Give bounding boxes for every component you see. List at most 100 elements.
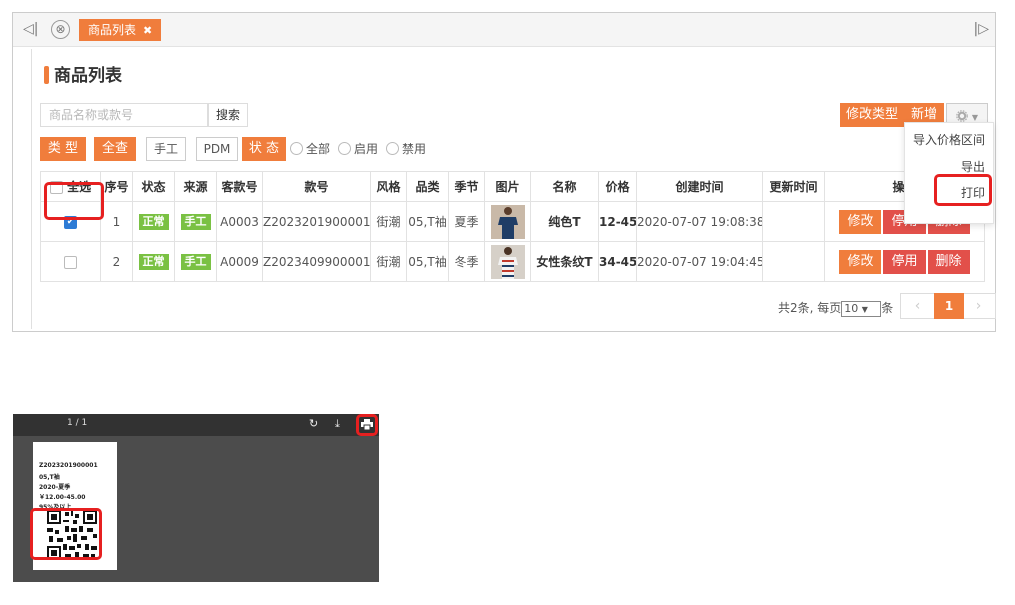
col-name: 名称 (530, 171, 599, 202)
chevron-down-icon: ▼ (861, 304, 868, 314)
label-line: Z2023201900001 (39, 462, 98, 469)
page-size-select[interactable]: 10 ▼ (841, 300, 882, 317)
cell-image (484, 201, 531, 242)
scroll-left-icon[interactable]: ◁| (23, 21, 38, 37)
col-style: 风格 (370, 171, 407, 202)
menu-item-import-price-range[interactable]: 导入价格区间 (913, 131, 985, 148)
cell-index: 2 (100, 241, 133, 282)
gear-icon (956, 110, 968, 122)
status-badge: 正常 (138, 213, 169, 230)
cell-actions: 修改停用删除 (824, 241, 985, 282)
type-button[interactable]: 类 型 (40, 137, 86, 161)
cell-index: 1 (100, 201, 133, 242)
col-updated: 更新时间 (762, 171, 825, 202)
radio-circle (386, 142, 399, 155)
all-query-button[interactable]: 全查 (94, 137, 136, 161)
col-client-no: 客款号 (216, 171, 263, 202)
cell-price: 12-45 (598, 201, 637, 242)
caret-down-icon: ▼ (971, 113, 978, 122)
source-badge: 手工 (180, 213, 211, 230)
tab-label: 商品列表 (88, 23, 137, 37)
cell-season: 冬季 (448, 241, 485, 282)
radio-label: 禁用 (402, 142, 427, 156)
page-title: 商品列表 (44, 61, 122, 86)
cell-created: 2020-07-07 19:08:38 (636, 201, 763, 242)
highlight-checkbox (44, 182, 104, 220)
label-line: ￥12.00-45.00 (39, 494, 86, 501)
app-window: ◁| ⊗ 商品列表 ✖ |▷ 商品列表 搜索 类 型 全查 手工 PDM 状 态 … (12, 12, 996, 332)
pagination-suffix: 条 (881, 301, 894, 315)
edit-button[interactable]: 修改 (839, 249, 882, 274)
edit-button[interactable]: 修改 (839, 209, 882, 234)
cell-style-no: Z2023409900001 (262, 241, 371, 282)
table-row: ✔ 1 正常 手工 A0003 Z2023201900001 街潮 05,T袖 … (40, 201, 985, 242)
table-header-row: 全选 序号 状态 来源 客款号 款号 风格 品类 季节 图片 名称 价格 创建时… (40, 171, 985, 202)
radio-disabled[interactable]: 禁用 (386, 141, 426, 157)
radio-all[interactable]: 全部 (290, 141, 330, 157)
search-input[interactable] (40, 103, 208, 127)
menu-item-export[interactable]: 导出 (961, 158, 985, 175)
tab-product-list[interactable]: 商品列表 ✖ (79, 19, 162, 41)
title-accent-bar (44, 66, 49, 84)
disable-button[interactable]: 停用 (883, 249, 926, 274)
cell-source: 手工 (174, 201, 217, 242)
pagination: ‹ 1 › (900, 293, 996, 319)
radio-enabled[interactable]: 启用 (338, 141, 378, 157)
cell-style: 街潮 (370, 201, 407, 242)
page-size-value: 10 (844, 301, 859, 315)
main-content: 商品列表 搜索 类 型 全查 手工 PDM 状 态 全部 启用 禁用 修改类型 … (31, 49, 996, 329)
rotate-icon[interactable]: ↻ (309, 417, 318, 430)
highlight-print-menu (934, 174, 992, 206)
cell-price: 34-45 (598, 241, 637, 282)
cell-client-no: A0009 (216, 241, 263, 282)
search-button[interactable]: 搜索 (208, 103, 248, 127)
pdf-page-count: 1 / 1 (67, 418, 88, 428)
status-button[interactable]: 状 态 (242, 137, 286, 161)
col-source: 来源 (174, 171, 217, 202)
cell-source: 手工 (174, 241, 217, 282)
label-line: 2020-夏季 (39, 484, 71, 491)
product-thumbnail[interactable] (490, 244, 525, 279)
pagination-info: 共2条, 每页 10 ▼ 条 (778, 299, 893, 317)
radio-label: 全部 (306, 142, 331, 156)
highlight-qr-code (30, 508, 102, 560)
cell-created: 2020-07-07 19:04:45 (636, 241, 763, 282)
col-index: 序号 (100, 171, 133, 202)
source-badge: 手工 (180, 253, 211, 270)
radio-circle (338, 142, 351, 155)
label-line: 05,T袖 (39, 474, 60, 481)
cell-category: 05,T袖 (406, 241, 449, 282)
next-page-button[interactable]: › (962, 294, 995, 318)
col-style-no: 款号 (262, 171, 371, 202)
col-season: 季节 (448, 171, 485, 202)
cell-updated (762, 201, 825, 242)
scroll-right-icon[interactable]: |▷ (974, 21, 989, 37)
manual-filter-button[interactable]: 手工 (146, 137, 186, 161)
current-page-button[interactable]: 1 (934, 293, 964, 319)
settings-dropdown-menu: 导入价格区间 导出 打印 (904, 122, 994, 224)
cell-client-no: A0003 (216, 201, 263, 242)
cell-style: 街潮 (370, 241, 407, 282)
pdm-filter-button[interactable]: PDM (196, 137, 238, 161)
radio-circle (290, 142, 303, 155)
modify-type-button[interactable]: 修改类型 (840, 103, 904, 127)
delete-button[interactable]: 删除 (927, 249, 970, 274)
cell-updated (762, 241, 825, 282)
cell-status: 正常 (132, 241, 175, 282)
close-all-tabs-icon[interactable]: ⊗ (51, 20, 70, 39)
col-category: 品类 (406, 171, 449, 202)
product-thumbnail[interactable] (490, 204, 525, 239)
cell-season: 夏季 (448, 201, 485, 242)
pdf-toolbar: 1 / 1 ↻ ⤓ (13, 414, 379, 436)
page-title-text: 商品列表 (54, 66, 122, 86)
cell-image (484, 241, 531, 282)
row-checkbox[interactable] (64, 255, 77, 269)
download-icon[interactable]: ⤓ (335, 417, 340, 431)
cell-category: 05,T袖 (406, 201, 449, 242)
cell-status: 正常 (132, 201, 175, 242)
col-created: 创建时间 (636, 171, 763, 202)
tab-close-icon[interactable]: ✖ (143, 24, 152, 37)
prev-page-button[interactable]: ‹ (901, 294, 934, 318)
status-badge: 正常 (138, 253, 169, 270)
highlight-print-icon (356, 414, 378, 436)
